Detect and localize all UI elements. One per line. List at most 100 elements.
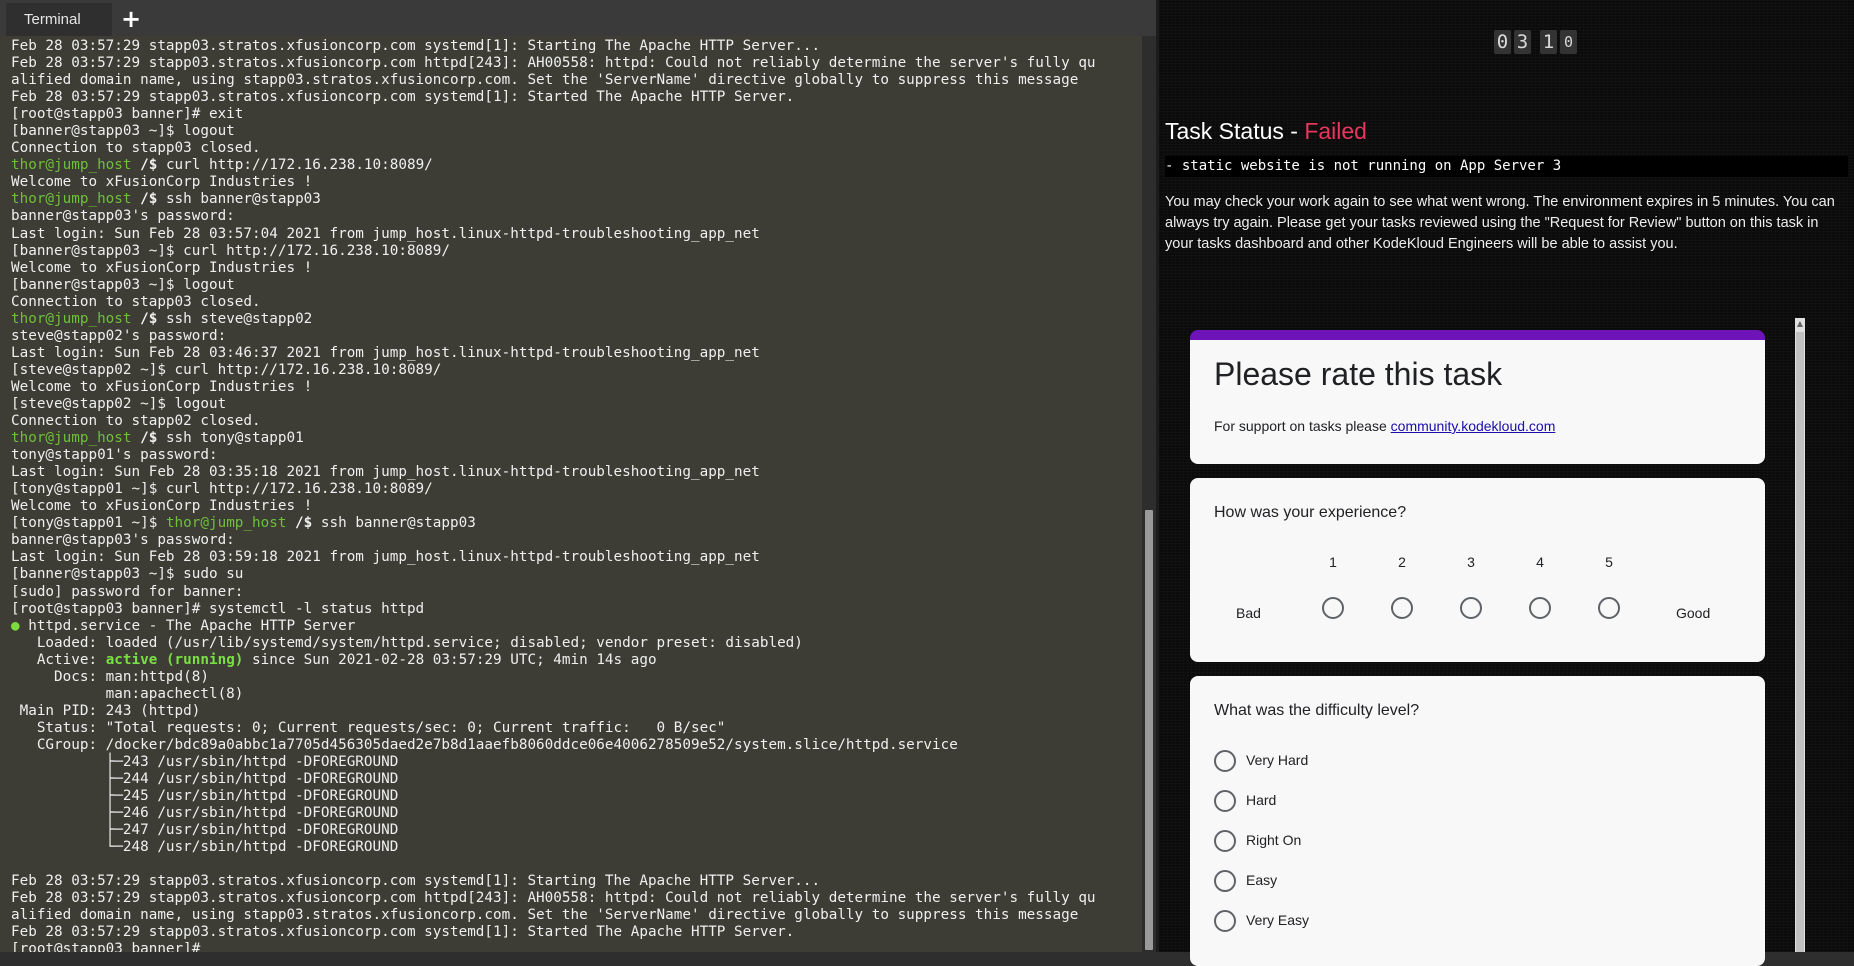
task-failure-message: - static website is not running on App S…	[1165, 156, 1848, 177]
terminal-line: Welcome to xFusionCorp Industries !	[11, 498, 312, 514]
difficulty-radio-very-easy[interactable]	[1214, 910, 1236, 932]
terminal-line-text: since Sun 2021-02-28 03:57:29 UTC; 4min …	[243, 651, 657, 668]
terminal-line-text: ├─246 /usr/sbin/httpd -DFOREGROUND	[11, 805, 399, 822]
scale-number: 1	[1329, 554, 1337, 570]
support-prefix: For support on tasks please	[1214, 418, 1391, 434]
terminal-line: tony@stapp01's password:	[11, 447, 218, 463]
prompt-symbol: /$	[131, 430, 158, 447]
terminal-line-text: └─248 /usr/sbin/httpd -DFOREGROUND	[11, 839, 399, 856]
rating-radio-2[interactable]	[1391, 597, 1413, 619]
terminal-line-text: Feb 28 03:57:29 stapp03.stratos.xfusionc…	[11, 89, 795, 106]
new-tab-plus-icon[interactable]: +	[118, 6, 144, 32]
terminal-line: alified domain name, using stapp03.strat…	[11, 907, 1078, 923]
terminal-line-text: Last login: Sun Feb 28 03:46:37 2021 fro…	[11, 344, 760, 361]
terminal-line-text: Feb 28 03:57:29 stapp03.stratos.xfusionc…	[11, 890, 1096, 907]
terminal-line: steve@stapp02's password:	[11, 328, 226, 344]
form-header-card: Please rate this task For support on tas…	[1190, 330, 1765, 464]
support-link[interactable]: community.kodekloud.com	[1391, 418, 1556, 434]
difficulty-option-label[interactable]: Very Hard	[1246, 752, 1308, 768]
terminal-line-text: [root@stapp03 banner]# systemctl -l stat…	[11, 600, 425, 617]
terminal-line: man:apachectl(8)	[11, 685, 244, 702]
terminal-line: Welcome to xFusionCorp Industries !	[11, 174, 312, 190]
terminal-line: Welcome to xFusionCorp Industries !	[11, 379, 312, 395]
rating-radio-5[interactable]	[1598, 597, 1620, 619]
terminal-line: [root@stapp03 banner]# exit	[11, 106, 243, 122]
terminal-text: Feb 28 03:57:29 stapp03.stratos.xfusionc…	[0, 36, 1142, 952]
terminal-line: thor@jump_host /$ ssh steve@stapp02	[11, 311, 312, 327]
terminal-line: Feb 28 03:57:29 stapp03.stratos.xfusionc…	[11, 873, 820, 889]
terminal-line-text: [tony@stapp01 ~]$ curl http://172.16.238…	[11, 481, 433, 498]
difficulty-radio-right-on[interactable]	[1214, 830, 1236, 852]
terminal-line-text: Connection to stapp03 closed.	[11, 293, 261, 310]
form-support-text: For support on tasks please community.ko…	[1214, 418, 1555, 434]
difficulty-radio-easy[interactable]	[1214, 870, 1236, 892]
prompt-user-host: thor@jump_host	[11, 157, 132, 174]
terminal-line-text: ssh banner@stapp03	[157, 191, 321, 208]
scale-number: 2	[1398, 554, 1406, 570]
difficulty-radio-very-hard[interactable]	[1214, 750, 1236, 772]
terminal-line: Connection to stapp03 closed.	[11, 294, 261, 310]
terminal-line-text: man:apachectl(8)	[11, 685, 244, 702]
difficulty-radio-hard[interactable]	[1214, 790, 1236, 812]
difficulty-option-label[interactable]: Right On	[1246, 832, 1301, 848]
terminal-line-text: Feb 28 03:57:29 stapp03.stratos.xfusionc…	[11, 55, 1096, 72]
terminal-line-text: Feb 28 03:57:29 stapp03.stratos.xfusionc…	[11, 924, 795, 941]
terminal-line: Last login: Sun Feb 28 03:59:18 2021 fro…	[11, 549, 760, 565]
difficulty-option-label[interactable]: Very Easy	[1246, 912, 1309, 928]
terminal-line-text: steve@stapp02's password:	[11, 327, 227, 344]
terminal-line-text: [banner@stapp03 ~]$ curl http://172.16.2…	[11, 242, 450, 259]
terminal-line-text: httpd.service - The Apache HTTP Server	[19, 617, 356, 634]
form-scrollbar[interactable]: ▲	[1795, 318, 1805, 952]
timer-digit: 0	[1560, 30, 1577, 54]
countdown-timer: 0 3 1 0	[1494, 30, 1577, 56]
terminal-tab[interactable]: Terminal	[6, 3, 112, 36]
terminal-line: Feb 28 03:57:29 stapp03.stratos.xfusionc…	[11, 89, 794, 105]
terminal-line: [banner@stapp03 ~]$ logout	[11, 123, 235, 139]
form-title: Please rate this task	[1214, 356, 1503, 392]
terminal-line-text: ssh banner@stapp03	[312, 515, 476, 532]
terminal-line: Feb 28 03:57:29 stapp03.stratos.xfusionc…	[11, 924, 794, 940]
terminal-line: Status: "Total requests: 0; Current requ…	[11, 719, 726, 736]
terminal-line-text: Loaded: loaded (/usr/lib/systemd/system/…	[11, 634, 803, 651]
rating-radio-1[interactable]	[1322, 597, 1344, 619]
scale-number: 4	[1536, 554, 1544, 570]
terminal-line: Active: active (running) since Sun 2021-…	[11, 652, 657, 668]
terminal-line: [root@stapp03 banner]# systemctl -l stat…	[11, 601, 424, 617]
terminal-line: CGroup: /docker/bdc89a0abbc1a7705d456305…	[11, 737, 958, 753]
difficulty-option-label[interactable]: Easy	[1246, 872, 1277, 888]
terminal-line-text: Docs: man:httpd(8)	[11, 668, 209, 685]
scroll-up-arrow-icon[interactable]: ▲	[1795, 318, 1805, 330]
difficulty-question: What was the difficulty level?	[1214, 702, 1420, 719]
terminal-line-text: [root@stapp03 banner]#	[11, 941, 201, 952]
form-scrollbar-thumb[interactable]	[1796, 332, 1804, 952]
terminal-line-text: ├─247 /usr/sbin/httpd -DFOREGROUND	[11, 822, 399, 839]
terminal-line-text: Status: "Total requests: 0; Current requ…	[11, 719, 726, 736]
terminal-line: [sudo] password for banner:	[11, 584, 243, 600]
terminal-output[interactable]: Feb 28 03:57:29 stapp03.stratos.xfusionc…	[0, 36, 1142, 952]
prompt-symbol: /$	[131, 157, 158, 174]
task-status-description: You may check your work again to see wha…	[1165, 194, 1835, 252]
terminal-scrollbar-thumb[interactable]	[1145, 510, 1153, 950]
difficulty-option-label[interactable]: Hard	[1246, 792, 1276, 808]
timer-digit: 3	[1514, 30, 1531, 54]
rating-radio-3[interactable]	[1460, 597, 1482, 619]
experience-question: How was your experience?	[1214, 504, 1407, 521]
terminal-line-text: CGroup: /docker/bdc89a0abbc1a7705d456305…	[11, 736, 958, 753]
terminal-line: [banner@stapp03 ~]$ logout	[11, 277, 235, 293]
timer-digit: 0	[1494, 30, 1511, 54]
terminal-line: thor@jump_host /$ ssh tony@stapp01	[11, 430, 304, 446]
terminal-line-prefix: [tony@stapp01 ~]$	[11, 515, 166, 532]
terminal-line: [banner@stapp03 ~]$ sudo su	[11, 566, 243, 582]
terminal-scrollbar[interactable]	[1142, 36, 1156, 952]
scale-high-label: Good	[1676, 605, 1711, 621]
terminal-line-text: Feb 28 03:57:29 stapp03.stratos.xfusionc…	[11, 38, 821, 54]
terminal-line: Main PID: 243 (httpd)	[11, 703, 201, 719]
scale-low-label: Bad	[1236, 605, 1261, 621]
terminal-line: ├─246 /usr/sbin/httpd -DFOREGROUND	[11, 805, 399, 822]
terminal-line: Last login: Sun Feb 28 03:35:18 2021 fro…	[11, 464, 760, 480]
timer-digit: 1	[1540, 30, 1557, 54]
experience-question-card: How was your experience? Bad 1 2 3 4 5 G…	[1190, 478, 1765, 662]
terminal-line: ├─244 /usr/sbin/httpd -DFOREGROUND	[11, 771, 399, 787]
terminal-line-text: ssh steve@stapp02	[157, 310, 313, 327]
rating-radio-4[interactable]	[1529, 597, 1551, 619]
